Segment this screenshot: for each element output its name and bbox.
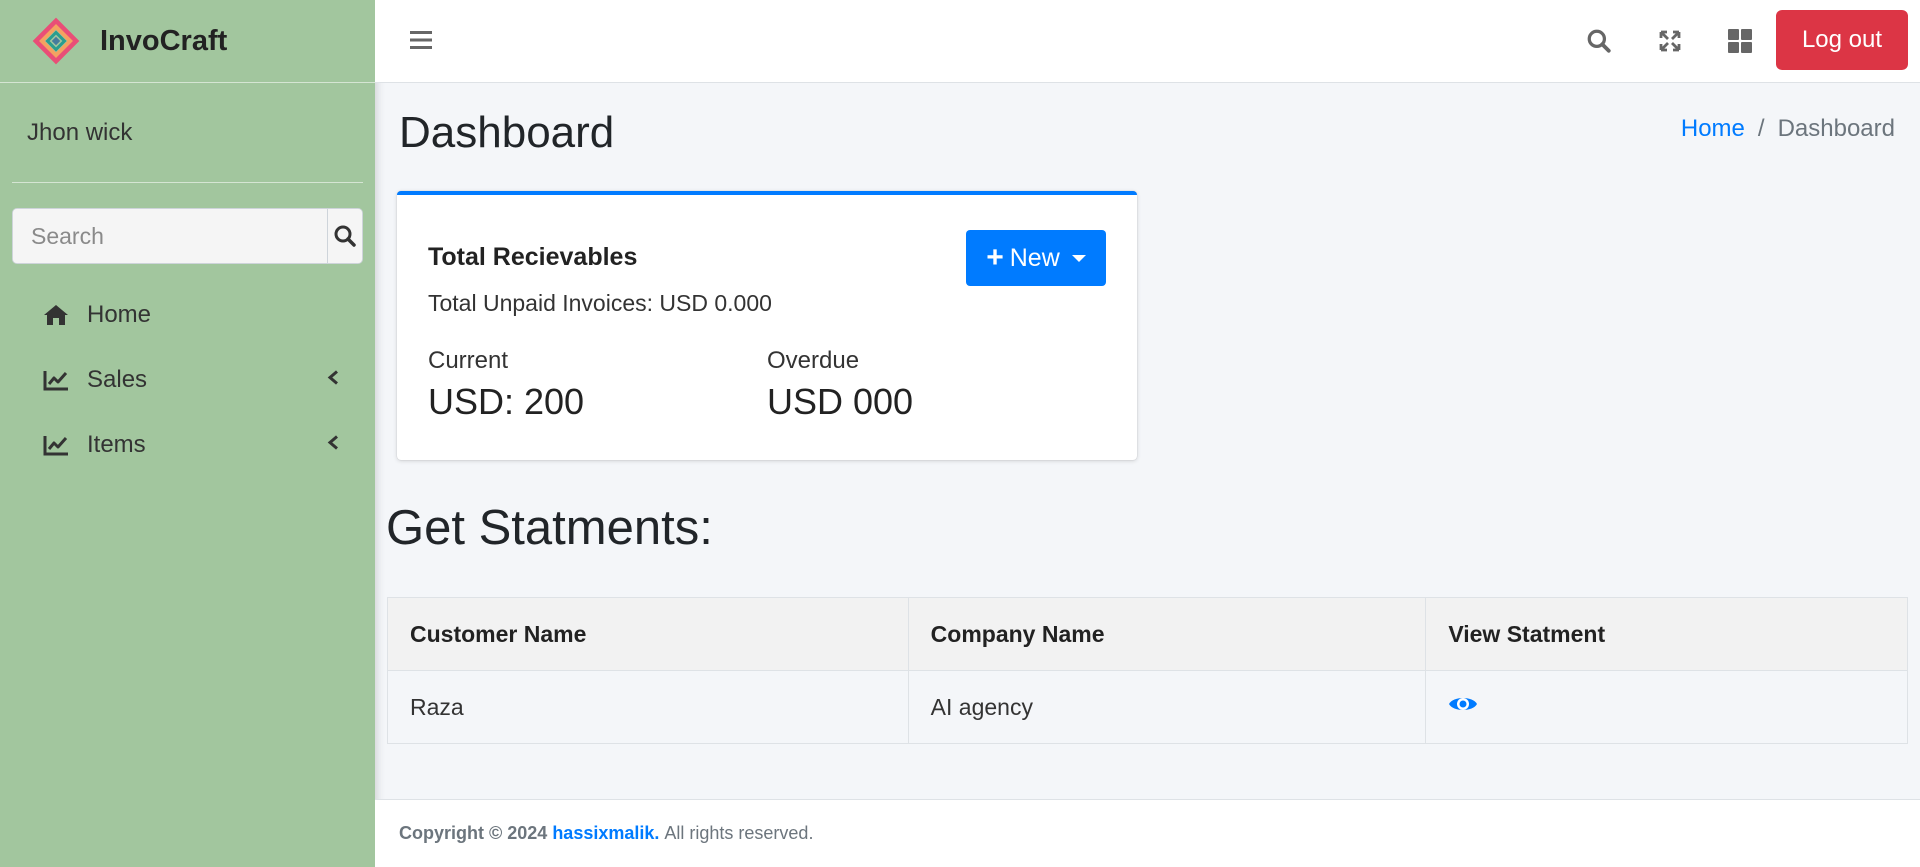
user-panel: Jhon wick (12, 83, 363, 183)
grid-apps-icon[interactable] (1725, 26, 1755, 56)
eye-icon[interactable] (1448, 694, 1478, 720)
company-name-cell: AI agency (907, 670, 1427, 744)
current-value: USD: 200 (428, 381, 585, 422)
statements-title: Get Statments: (386, 501, 713, 555)
sidebar-item-label: Home (87, 300, 152, 328)
sidebar-search-button[interactable] (327, 209, 362, 263)
table-row: Raza AI agency (387, 670, 1908, 744)
breadcrumb: Home / Dashboard (1681, 115, 1895, 143)
plus-icon: + (986, 241, 1004, 274)
caret-down-icon (1071, 254, 1086, 262)
chevron-left-icon (327, 369, 339, 390)
sidebar-search-input[interactable] (13, 209, 327, 263)
column-header: Customer Name (387, 597, 909, 671)
sidebar-item-items[interactable]: Items (0, 412, 375, 477)
overdue-stat: Overdue USD 000 (767, 347, 913, 423)
brand-link[interactable]: InvoCraft (0, 0, 375, 83)
breadcrumb-separator: / (1757, 115, 1765, 142)
brand-title: InvoCraft (100, 24, 228, 57)
overdue-label: Overdue (767, 347, 860, 374)
column-header: View Statment (1425, 597, 1908, 671)
sidebar-item-label: Sales (87, 365, 148, 393)
topbar: Log out (375, 0, 1920, 83)
fullscreen-icon[interactable] (1655, 26, 1685, 56)
sidebar: InvoCraft Jhon wick Home (0, 0, 375, 867)
sidebar-search (12, 208, 363, 264)
page-title: Dashboard (399, 108, 615, 157)
user-name[interactable]: Jhon wick (27, 119, 132, 147)
unpaid-invoices-text: Total Unpaid Invoices: USD 0.000 (428, 290, 772, 316)
new-dropdown-button[interactable]: + New (966, 230, 1106, 286)
sidebar-item-home[interactable]: Home (0, 282, 375, 347)
breadcrumb-home-link[interactable]: Home (1681, 115, 1745, 143)
brand-logo-icon (30, 15, 82, 67)
logout-button[interactable]: Log out (1776, 10, 1908, 70)
sidebar-nav: Home Sales Items (0, 282, 375, 477)
statements-table: Customer Name Company Name View Statment… (387, 597, 1908, 744)
footer-owner-link[interactable]: hassixmalik. (552, 823, 659, 844)
chart-line-icon (41, 430, 71, 460)
chevron-left-icon (327, 434, 339, 455)
sidebar-item-label: Items (87, 430, 146, 458)
current-label: Current (428, 347, 509, 374)
footer-copyright: Copyright © 2024 (399, 823, 548, 843)
search-icon (334, 225, 356, 247)
receivables-card: Total Recievables Total Unpaid Invoices:… (397, 191, 1137, 460)
receivables-title: Total Recievables (428, 243, 638, 271)
menu-toggle-icon[interactable] (409, 28, 433, 52)
footer: Copyright © 2024 hassixmalik. All rights… (375, 799, 1920, 867)
navbar-search-icon[interactable] (1584, 26, 1614, 56)
table-header-row: Customer Name Company Name View Statment (387, 597, 1908, 671)
chart-line-icon (41, 365, 71, 395)
column-header: Company Name (907, 597, 1427, 671)
view-statement-cell (1425, 670, 1908, 744)
sidebar-item-sales[interactable]: Sales (0, 347, 375, 412)
footer-rights: All rights reserved. (664, 823, 814, 843)
breadcrumb-current: Dashboard (1777, 115, 1895, 142)
current-stat: Current USD: 200 (428, 347, 584, 423)
home-icon (41, 300, 71, 330)
new-button-label: New (1009, 243, 1060, 272)
overdue-value: USD 000 (767, 381, 914, 422)
customer-name-cell: Raza (387, 670, 909, 744)
